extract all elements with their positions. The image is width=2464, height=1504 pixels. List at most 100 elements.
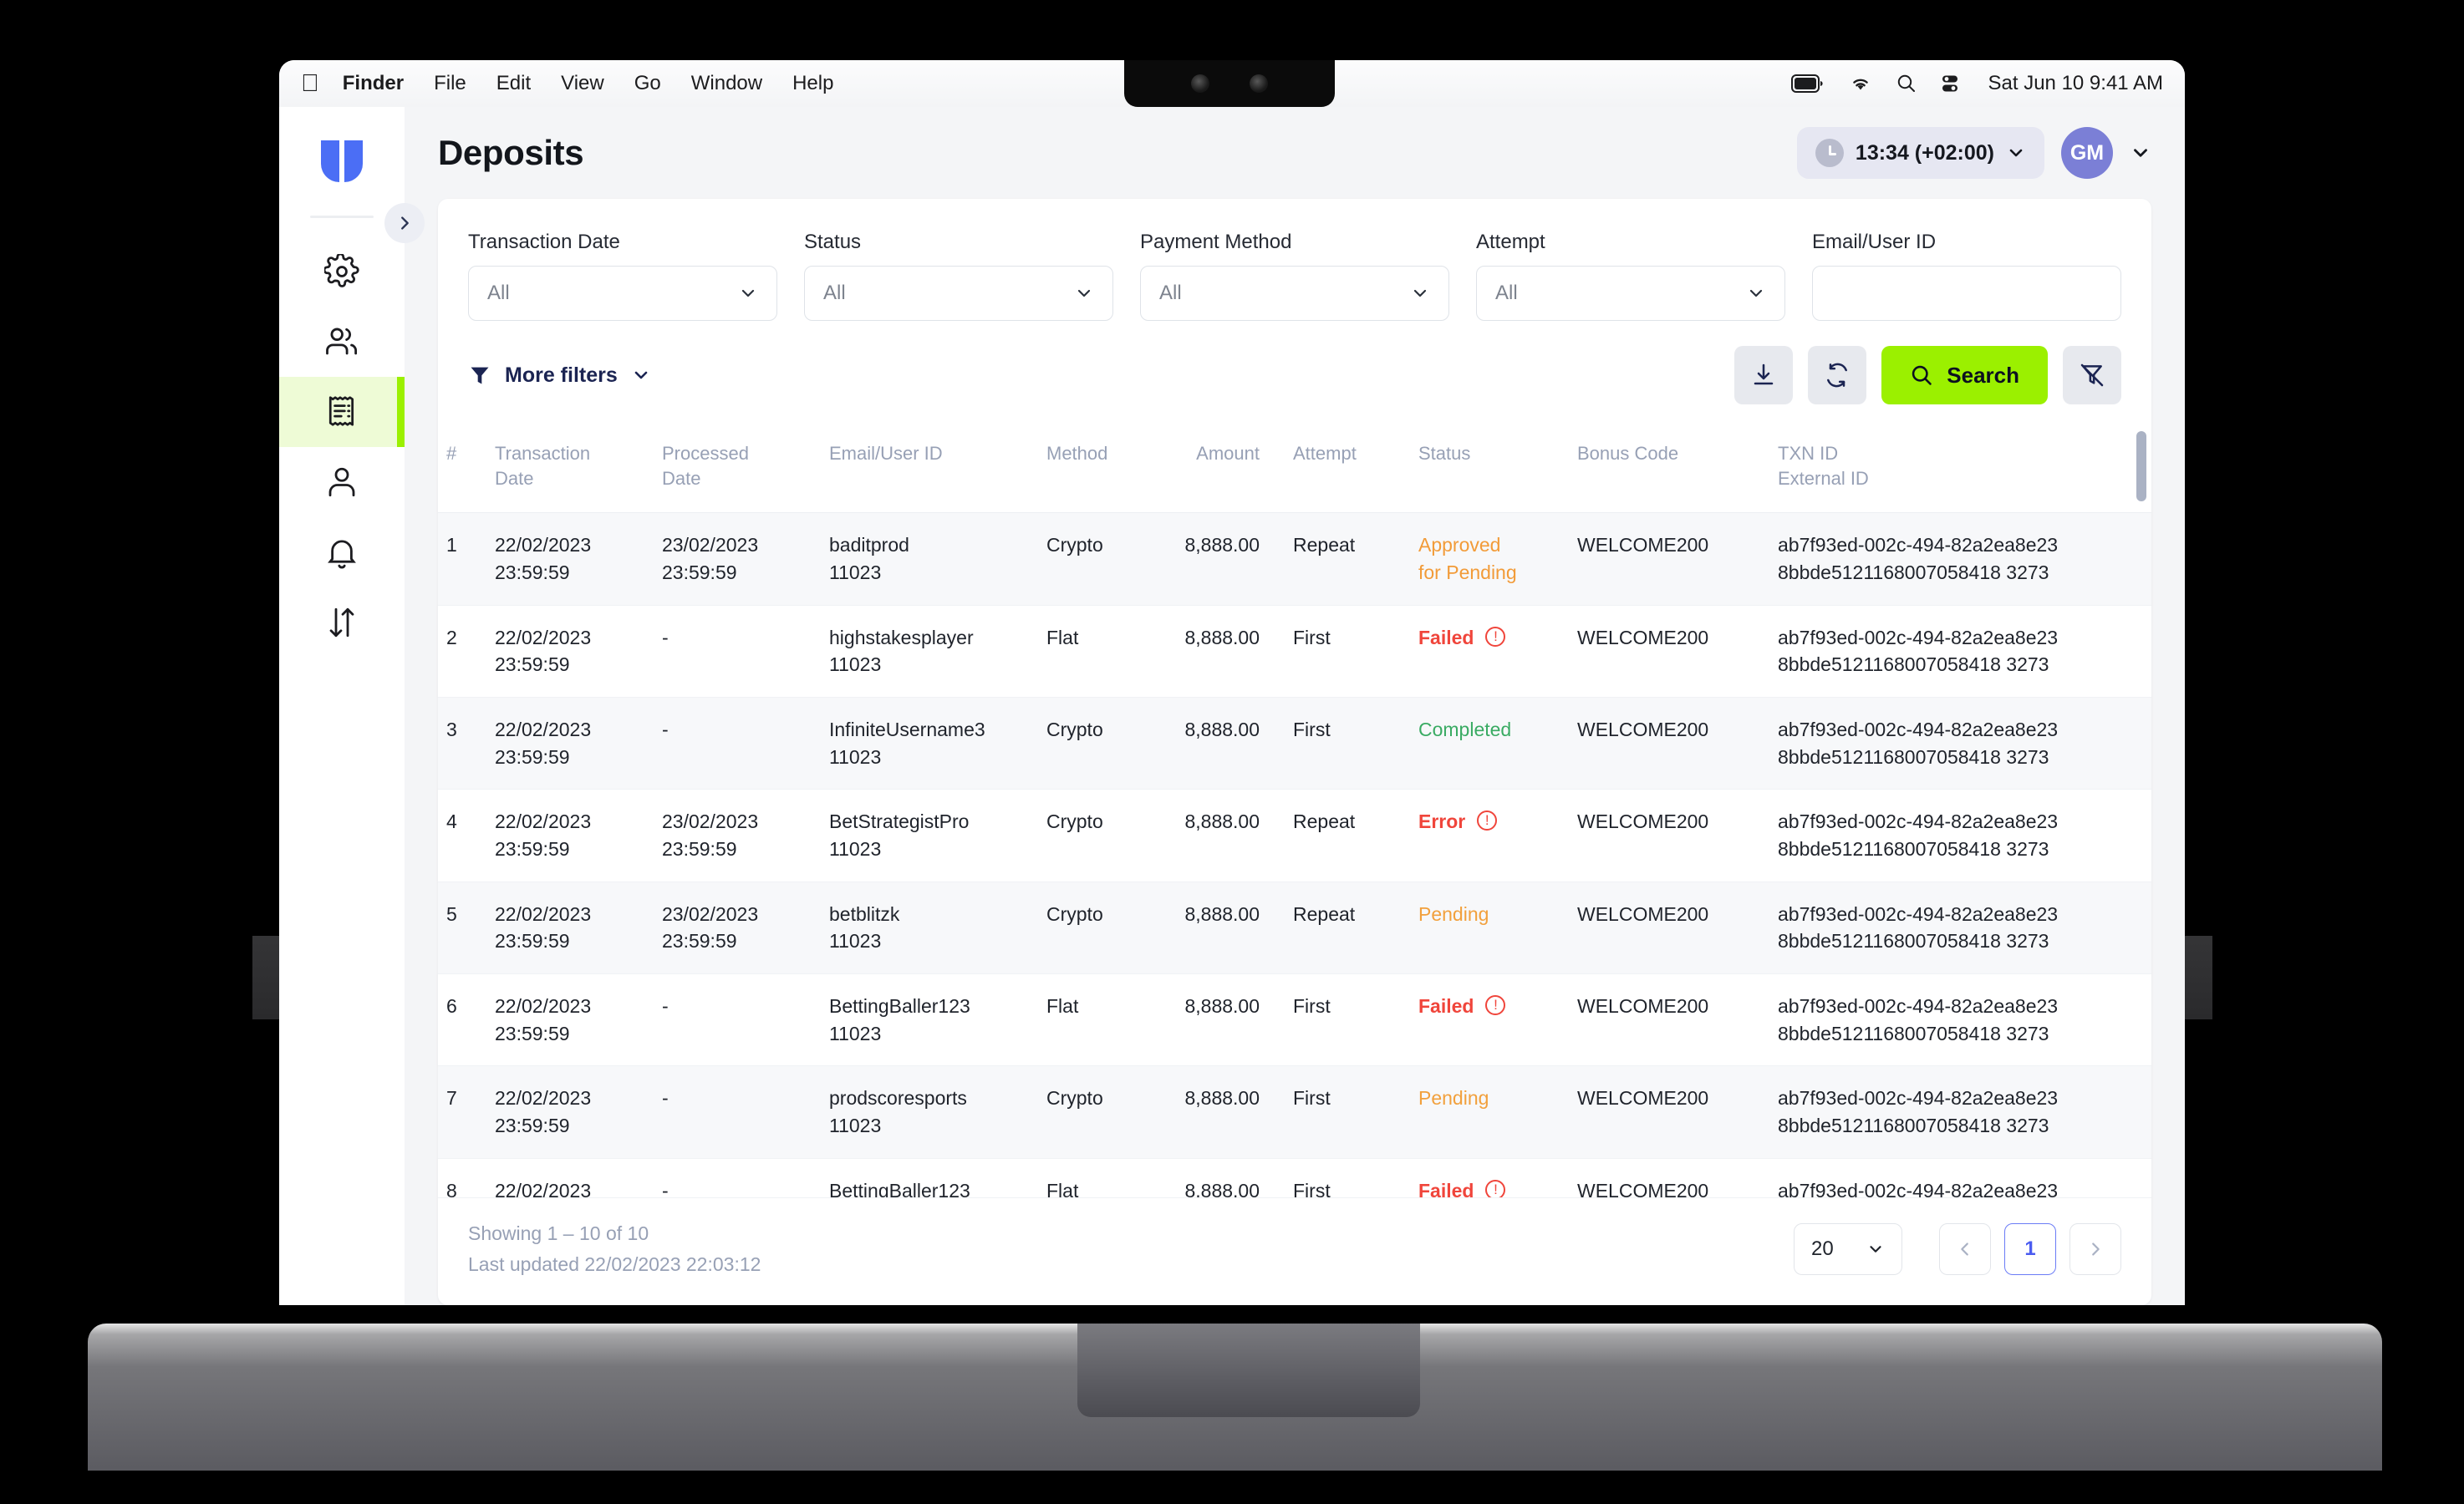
more-filters-button[interactable]: More filters [468, 363, 651, 388]
table-scrollbar-thumb[interactable] [2136, 431, 2146, 501]
cell-bonus-code: WELCOME200 [1569, 697, 1769, 790]
timezone-selector[interactable]: 13:34 (+02:00) [1796, 127, 2044, 179]
page-button-1[interactable]: 1 [2004, 1223, 2056, 1276]
laptop-screen:  Finder File Edit View Go Window Help [279, 60, 2185, 1305]
cell-status: Failed! [1410, 973, 1569, 1067]
sidebar-item-profile[interactable] [279, 447, 405, 517]
next-page-button[interactable] [2069, 1223, 2121, 1276]
table-row[interactable]: 6 22/02/2023 23:59:59- BettingBaller123 1102… [438, 973, 2151, 1067]
col-status[interactable]: Status [1410, 426, 1569, 514]
col-txn-id[interactable]: TXN ID External ID [1769, 426, 2151, 514]
table-row[interactable]: 7 22/02/2023 23:59:59- prodscoresports 11023… [438, 1065, 2151, 1159]
cell-number: 5 [438, 882, 486, 974]
table-row[interactable]: 1 22/02/2023 23:59:59 23/02/2023 23:59:59 bad… [438, 512, 2151, 606]
cell-processed-date: - [654, 1065, 821, 1159]
col-number[interactable]: # [438, 426, 486, 514]
selected-value: All [487, 282, 510, 304]
screen-notch [1124, 60, 1335, 107]
status-badge: Failed [1418, 994, 1474, 1017]
menubar-item-view[interactable]: View [561, 72, 604, 95]
col-transaction-date[interactable]: Transaction Date [486, 426, 654, 514]
menubar-item-finder[interactable]: Finder [343, 72, 404, 95]
filters-actions-row: More filters Search [438, 321, 2151, 426]
control-center-icon[interactable] [1940, 74, 1960, 94]
sidebar-item-transfers[interactable] [279, 587, 405, 658]
cell-method: Crypto [1038, 512, 1163, 606]
payment-method-select[interactable]: All [1140, 266, 1449, 321]
transaction-date-select[interactable]: All [468, 266, 777, 321]
screenshot-stage:  Finder File Edit View Go Window Help [0, 0, 2464, 1504]
cell-status: Completed [1410, 697, 1569, 790]
menubar-item-file[interactable]: File [434, 72, 466, 95]
apple-icon[interactable]:  [301, 71, 319, 96]
sidebar-item-settings[interactable] [279, 236, 405, 307]
table-row[interactable]: 3 22/02/2023 23:59:59- InfiniteUsername3 110… [438, 697, 2151, 790]
cell-processed-date: 23/02/2023 23:59:59 [654, 882, 821, 974]
sidebar-item-notifications[interactable] [279, 517, 405, 587]
avatar[interactable]: GM [2061, 127, 2113, 179]
warning-icon[interactable]: ! [1477, 810, 1498, 831]
battery-icon[interactable] [1790, 74, 1825, 93]
filter-attempt: Attempt All [1476, 231, 1785, 321]
prev-page-button[interactable] [1939, 1223, 1991, 1276]
account-menu-chevron-down-icon[interactable] [2130, 142, 2151, 164]
attempt-select[interactable]: All [1476, 266, 1785, 321]
email-user-id-input[interactable] [1812, 266, 2121, 321]
menubar-item-window[interactable]: Window [691, 72, 762, 95]
sidebar-item-users[interactable] [279, 307, 405, 377]
funnel-icon [468, 363, 491, 387]
menubar-item-edit[interactable]: Edit [496, 72, 531, 95]
clear-filters-button[interactable] [2063, 346, 2121, 404]
sidebar-item-deposits[interactable] [279, 377, 405, 447]
cell-bonus-code: WELCOME200 [1569, 882, 1769, 974]
cell-transaction-date: 22/02/202323:59:59 [486, 973, 654, 1067]
cell-processed-date: 23/02/2023 23:59:59 [654, 789, 821, 882]
download-button[interactable] [1734, 346, 1794, 404]
cell-bonus-code: WELCOME200 [1569, 973, 1769, 1067]
chevron-down-icon [1410, 283, 1430, 303]
selected-value: All [1159, 282, 1182, 304]
col-bonus-code[interactable]: Bonus Code [1569, 426, 1769, 514]
cell-bonus-code: WELCOME200 [1569, 605, 1769, 699]
cell-transaction-date: 22/02/202323:59:59 [486, 605, 654, 699]
col-attempt[interactable]: Attempt [1285, 426, 1410, 514]
status-select[interactable]: All [804, 266, 1113, 321]
search-button[interactable]: Search [1881, 346, 2048, 404]
refresh-button[interactable] [1808, 346, 1867, 404]
table-row[interactable]: 822/02/202323:59:59-BettingBaller1231102… [438, 1158, 2151, 1198]
table-header: # Transaction Date Processed Date Email/… [438, 426, 2151, 514]
bell-icon [324, 535, 359, 570]
warning-icon[interactable]: ! [1485, 1179, 1506, 1198]
search-icon[interactable] [1896, 74, 1917, 94]
sidebar [279, 107, 425, 1305]
warning-icon[interactable]: ! [1485, 994, 1506, 1015]
col-method[interactable]: Method [1038, 426, 1163, 514]
col-email-user-id[interactable]: Email/User ID [821, 426, 1038, 514]
menubar-clock[interactable]: Sat Jun 10 9:41 AM [1988, 72, 2163, 95]
menubar-item-help[interactable]: Help [792, 72, 833, 95]
cell-attempt: First [1285, 697, 1410, 790]
wifi-icon[interactable] [1848, 74, 1873, 93]
table-row[interactable]: 5 22/02/2023 23:59:59 23/02/2023 23:59:59 bet… [438, 882, 2151, 974]
page-size-select[interactable]: 20 [1794, 1223, 1902, 1276]
filter-label: Attempt [1476, 231, 1545, 253]
table-body: 1 22/02/2023 23:59:59 23/02/2023 23:59:59 bad… [438, 512, 2151, 1198]
chevron-down-icon [1866, 1240, 1885, 1258]
main-content: Deposits 13:34 (+02:00) GM Transaction D… [405, 107, 2185, 1305]
table-scrollbar[interactable] [2136, 431, 2146, 1192]
funnel-off-icon [2079, 362, 2105, 389]
status-badge: Pending [1418, 902, 1489, 925]
menubar-item-go[interactable]: Go [634, 72, 661, 95]
warning-icon[interactable]: ! [1485, 626, 1506, 647]
cell-method: Flat [1038, 973, 1163, 1067]
col-processed-date[interactable]: Processed Date [654, 426, 821, 514]
table-row[interactable]: 4 22/02/2023 23:59:59 23/02/2023 23:59:59 Bet… [438, 789, 2151, 882]
col-amount[interactable]: Amount [1163, 426, 1285, 514]
cell-attempt: Repeat [1285, 512, 1410, 606]
table-footer: Showing 1 – 10 of 10 Last updated 22/02/… [438, 1197, 2151, 1305]
sidebar-collapse-button[interactable] [384, 203, 425, 243]
cell-amount: 8,888.00 [1163, 973, 1285, 1067]
table-row[interactable]: 2 22/02/2023 23:59:59- highstakesplayer 1102… [438, 605, 2151, 699]
cell-txn-id: ab7f93ed-002c-494-82a2ea8e238bbde5121168… [1769, 1065, 2151, 1159]
cell-amount: 8,888.00 [1163, 697, 1285, 790]
